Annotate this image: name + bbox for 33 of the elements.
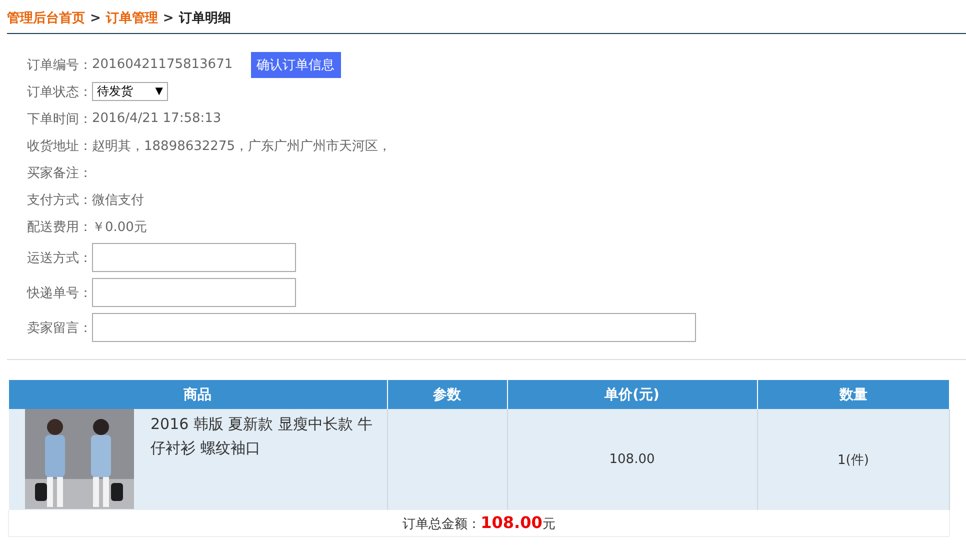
order-total: 订单总金额：108.00元 [402,517,556,532]
column-header: 数量 [757,380,950,409]
input-field[interactable] [92,278,296,307]
field-value: 20160421175813671 [92,57,233,72]
input-field[interactable] [92,243,296,272]
unit-price: 108.00 [609,452,655,467]
breadcrumb-link[interactable]: 订单管理 [106,11,158,26]
column-header: 参数 [387,380,507,409]
field-label: 下单时间： [27,110,92,128]
field-value: 赵明其，18898632275，广东广州广州市天河区， [92,138,391,154]
column-header: 商品 [8,380,387,409]
field-label: 运送方式： [27,250,92,266]
field-label: 配送费用： [27,218,92,236]
field-value: 2016/4/21 17:58:13 [92,111,222,126]
product-name: 2016 韩版 夏新款 显瘦中长款 牛仔衬衫 螺纹袖口 [150,414,374,459]
breadcrumb-link[interactable]: 管理后台首页 [7,11,85,26]
field-label: 收货地址： [27,138,92,154]
status-select[interactable]: 待发货 ▼ [92,82,168,101]
quantity: 1(件) [838,452,869,468]
field-label: 支付方式： [27,192,92,208]
field-value: ￥0.00元 [92,218,147,236]
breadcrumb-separator: > [162,11,174,26]
field-label: 订单状态： [27,84,92,100]
input-field[interactable] [92,313,696,342]
field-label: 订单编号： [27,56,92,74]
field-label: 快递单号： [27,284,92,302]
field-value: 微信支付 [92,192,144,208]
confirm-button[interactable]: 确认订单信息 [250,52,341,78]
breadcrumb-separator: > [90,11,101,26]
field-label: 买家备注： [27,164,92,182]
breadcrumb-current: 订单明细 [178,11,231,26]
field-label: 卖家留言： [27,320,92,336]
column-header: 单价(元) [507,380,757,409]
